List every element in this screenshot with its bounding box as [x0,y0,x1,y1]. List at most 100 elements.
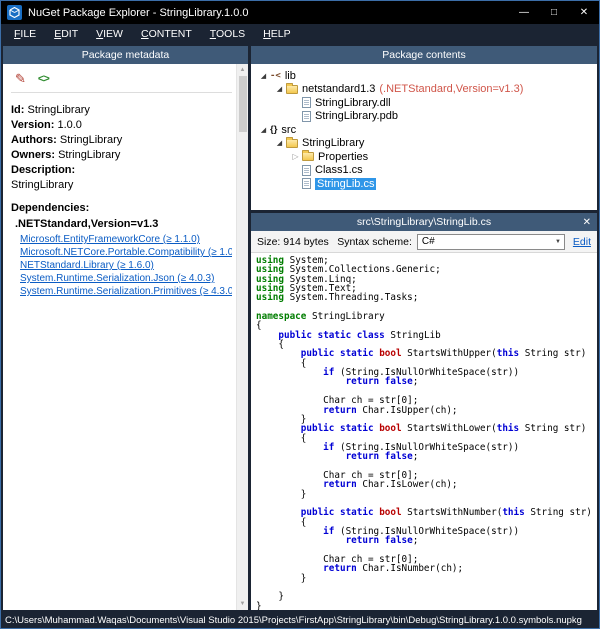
file-icon [302,165,311,176]
dependency-link-microsoft-netcore-portable-compatibility[interactable]: Microsoft.NETCore.Portable.Compatibility… [20,246,232,259]
syntax-scheme-value: C# [422,236,435,247]
app-window: NuGet Package Explorer - StringLibrary.1… [0,0,600,629]
code-line: return false; [256,536,597,545]
file-icon [302,97,311,108]
dependency-link-system-runtime-serialization-primitives[interactable]: System.Runtime.Serialization.Primitives … [20,285,232,298]
tree-item-properties[interactable]: ▷ Properties [257,150,597,164]
expander-expanded-icon[interactable]: ◢ [257,126,270,134]
scroll-up-icon[interactable]: ▲ [240,66,246,74]
menu-item-help[interactable]: HELP [254,28,299,40]
edit-metadata-icon[interactable]: ✎ [15,71,26,87]
code-line: public static bool StartsWithNumber(this… [256,508,597,517]
syntax-scheme-label: Syntax scheme: [337,236,412,248]
code-line: return false; [256,377,597,386]
expander-expanded-icon[interactable]: ◢ [257,72,270,80]
title-bar: NuGet Package Explorer - StringLibrary.1… [1,1,599,24]
tree-item-label: StringLibrary.dll [315,97,391,109]
field-value: StringLibrary [55,149,120,161]
expander-expanded-icon[interactable]: ◢ [273,139,286,147]
code-line: return Char.IsUpper(ch); [256,406,597,415]
folder-icon [302,152,314,161]
metadata-field-id: Id: StringLibrary [11,104,232,116]
code-line: } [256,490,597,499]
lib-icon: -< [270,71,281,81]
metadata-body: ✎ <> Id: StringLibraryVersion: 1.0.0Auth… [3,64,248,610]
menu-item-edit[interactable]: EDIT [45,28,87,40]
tree-item-lib[interactable]: ◢-< lib [257,69,597,83]
framework-group-label: .NETStandard,Version=v1.3 [15,218,232,230]
dependency-link-netstandard-library[interactable]: NETStandard.Library (≥ 1.6.0) [20,259,232,272]
edit-metadata-source-icon[interactable]: <> [38,73,49,85]
field-value: 1.0.0 [54,119,82,131]
tree-item-label: lib [285,70,296,82]
scroll-down-icon[interactable]: ▼ [240,600,246,608]
folder-icon [286,139,298,148]
package-tree: ◢-<lib◢netstandard1.3(.NETStandard,Versi… [251,64,597,210]
code-view: using System;using System.Collections.Ge… [251,253,597,610]
tree-item-stringlibrary-dll[interactable]: StringLibrary.dll [257,96,597,110]
edit-file-link[interactable]: Edit [573,236,591,248]
framework-suffix: (.NETStandard,Version=v1.3) [379,83,523,95]
maximize-button[interactable]: □ [539,1,569,24]
code-line: } [256,602,597,610]
folder-icon [286,85,298,94]
package-contents-panel: Package contents ◢-<lib◢netstandard1.3(.… [251,46,597,210]
close-button[interactable]: ✕ [569,1,599,24]
syntax-scheme-select[interactable]: C# ▼ [417,234,565,250]
tree-item-label: netstandard1.3 [302,83,375,95]
menu-item-content[interactable]: CONTENT [132,28,201,40]
code-line: return false; [256,452,597,461]
dependency-list: Microsoft.EntityFrameworkCore (≥ 1.1.0)M… [11,233,232,298]
tree-item-src[interactable]: ◢{}src [257,123,597,137]
code-line: namespace StringLibrary [256,312,597,321]
code-line: public static bool StartsWithUpper(this … [256,349,597,358]
tree-item-label: StringLib.cs [315,178,376,190]
field-label: Owners: [11,149,55,161]
tree-item-stringlibrary[interactable]: ◢ StringLibrary [257,137,597,151]
metadata-field-owners: Owners: StringLibrary [11,149,232,161]
metadata-fields: Id: StringLibraryVersion: 1.0.0Authors: … [11,104,232,161]
main-area: Package metadata ✎ <> Id: StringLibraryV… [1,44,599,612]
minimize-button[interactable]: — [509,1,539,24]
code-line: public static class StringLib [256,331,597,340]
tree-item-netstandard1-3[interactable]: ◢ netstandard1.3 (.NETStandard,Version=v1.… [257,83,597,97]
file-viewer-header: src\StringLibrary\StringLib.cs ✕ [251,213,597,231]
dependency-link-microsoft-entityframeworkcore[interactable]: Microsoft.EntityFrameworkCore (≥ 1.1.0) [20,233,232,246]
status-bar: C:\Users\Muhammad.Waqas\Documents\Visual… [1,612,599,628]
field-label: Id: [11,104,24,116]
field-value: StringLibrary [24,104,89,116]
menu-item-file[interactable]: FILE [5,28,45,40]
menu-item-view[interactable]: VIEW [87,28,132,40]
field-value: StringLibrary [57,134,122,146]
metadata-panel-header: Package metadata [3,46,248,64]
file-path-title: src\StringLibrary\StringLib.cs [357,216,491,228]
package-path: C:\Users\Muhammad.Waqas\Documents\Visual… [5,615,582,626]
code-line: using System.Threading.Tasks; [256,293,597,302]
file-viewer-toolbar: Size: 914 bytes Syntax scheme: C# ▼ Edit [251,231,597,253]
chevron-down-icon: ▼ [555,239,561,245]
code-line: } [256,574,597,583]
menu-item-tools[interactable]: TOOLS [201,28,254,40]
tree-item-stringlibrary-pdb[interactable]: StringLibrary.pdb [257,110,597,124]
tree-item-stringlib-cs[interactable]: StringLib.cs [257,177,597,191]
field-label: Version: [11,119,54,131]
code-line: return Char.IsNumber(ch); [256,564,597,573]
tree-item-class1-cs[interactable]: Class1.cs [257,164,597,178]
expander-expanded-icon[interactable]: ◢ [273,85,286,93]
scrollbar-thumb[interactable] [239,76,247,132]
expander-collapsed-icon[interactable]: ▷ [289,152,302,161]
tree-item-label: StringLibrary.pdb [315,110,398,122]
metadata-scrollbar[interactable]: ▲ ▼ [236,64,248,610]
file-viewer-panel: src\StringLibrary\StringLib.cs ✕ Size: 9… [251,213,597,610]
description-value: StringLibrary [11,179,232,191]
metadata-field-authors: Authors: StringLibrary [11,134,232,146]
tree-item-label: Properties [318,151,368,163]
contents-panel-header: Package contents [251,46,597,64]
right-stack: Package contents ◢-<lib◢netstandard1.3(.… [251,46,597,610]
dependency-link-system-runtime-serialization-json[interactable]: System.Runtime.Serialization.Json (≥ 4.0… [20,272,232,285]
braces-icon: {} [270,124,277,135]
tree-item-label: StringLibrary [302,137,364,149]
window-title: NuGet Package Explorer - StringLibrary.1… [28,7,509,19]
menu-bar: FILEEDITVIEWCONTENTTOOLSHELP [1,24,599,44]
viewer-close-icon[interactable]: ✕ [583,213,591,231]
